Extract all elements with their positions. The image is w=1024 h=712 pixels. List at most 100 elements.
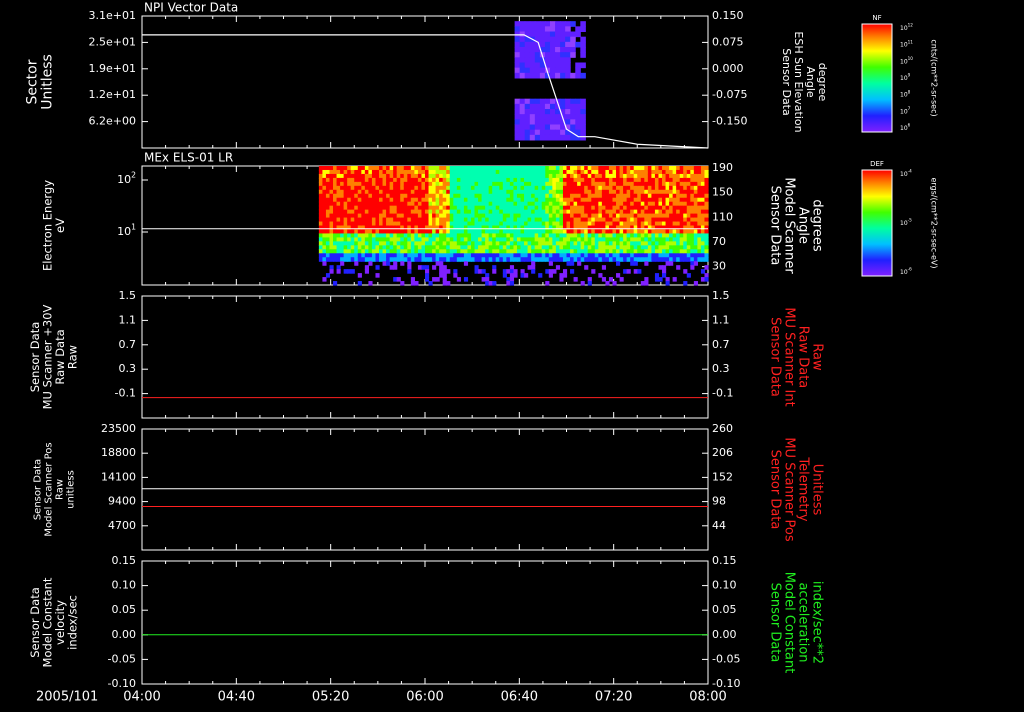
- spectrogram-cell: [417, 241, 423, 246]
- spectrogram-cell: [414, 189, 419, 195]
- spectrogram-cell: [665, 261, 670, 266]
- spectrogram-cell: [336, 185, 341, 191]
- spectrogram-cell: [552, 193, 557, 199]
- heatmap-cell: [519, 72, 526, 79]
- spectrogram-cell: [577, 189, 582, 195]
- heatmap-cell: [575, 109, 581, 115]
- spectrogram-cell: [598, 181, 603, 187]
- spectrogram-cell: [538, 177, 543, 183]
- spectrogram-cell: [481, 205, 486, 211]
- heatmap-cell: [575, 114, 581, 120]
- spectrogram-cell: [425, 205, 430, 211]
- spectrogram-cell: [570, 233, 575, 238]
- spectrogram-cell: [460, 185, 465, 191]
- spectrogram-cell: [506, 173, 511, 179]
- spectrogram-cell: [633, 245, 638, 250]
- spectrogram-cell: [478, 201, 483, 207]
- spectrogram-cell: [524, 221, 529, 227]
- spectrogram-cell: [570, 189, 575, 195]
- spectrogram-cell: [644, 253, 649, 258]
- spectrogram-cell: [619, 217, 624, 223]
- spectrogram-cell: [541, 166, 546, 171]
- spectrogram-cell: [336, 209, 341, 215]
- y-tick-label: 0.3: [712, 362, 730, 375]
- spectrogram-cell: [318, 185, 324, 191]
- spectrogram-cell: [502, 225, 507, 231]
- spectrogram-cell: [541, 177, 546, 183]
- spectrogram-cell: [350, 269, 355, 274]
- spectrogram-cell: [336, 245, 341, 250]
- spectrogram-cell: [527, 201, 532, 207]
- spectrogram-cell: [414, 217, 419, 223]
- spectrogram-cell: [410, 249, 415, 254]
- spectrogram-cell: [555, 237, 561, 242]
- spectrogram-cell: [697, 237, 702, 242]
- spectrogram-cell: [453, 233, 458, 238]
- spectrogram-cell: [410, 169, 415, 175]
- spectrogram-cell: [403, 217, 408, 223]
- spectrogram-cell: [499, 193, 504, 199]
- colorbar-tick-label: 1011: [900, 39, 913, 48]
- spectrogram-cell: [662, 185, 667, 191]
- spectrogram-cell: [340, 185, 345, 191]
- spectrogram-cell: [538, 201, 543, 207]
- y-axis-label-right: Sensor Data: [780, 48, 793, 115]
- spectrogram-cell: [654, 173, 660, 179]
- spectrogram-cell: [644, 177, 649, 183]
- spectrogram-cell: [587, 245, 592, 250]
- spectrogram-cell: [591, 233, 596, 238]
- spectrogram-cell: [506, 225, 511, 231]
- spectrogram-cell: [562, 257, 568, 262]
- spectrogram-cell: [449, 189, 454, 195]
- spectrogram-cell: [619, 241, 624, 246]
- heatmap-cell: [570, 119, 576, 125]
- heatmap-cell: [549, 124, 556, 131]
- spectrogram-cell: [400, 213, 405, 219]
- spectrogram-cell: [531, 173, 536, 179]
- y-tick-label: -0.10: [108, 677, 136, 690]
- spectrogram-cell: [467, 233, 472, 238]
- spectrogram-cell: [647, 233, 652, 238]
- spectrogram-cell: [686, 201, 691, 207]
- spectrogram-cell: [548, 261, 553, 266]
- spectrogram-cell: [389, 213, 394, 219]
- spectrogram-cell: [481, 245, 486, 250]
- spectrogram-cell: [318, 241, 324, 246]
- y-axis-label: Raw: [55, 479, 66, 500]
- spectrogram-cell: [463, 249, 469, 254]
- spectrogram-cell: [485, 185, 490, 191]
- spectrogram-cell: [460, 189, 465, 195]
- spectrogram-cell: [389, 217, 394, 223]
- spectrogram-cell: [393, 209, 398, 215]
- spectrogram-cell: [562, 177, 568, 183]
- heatmap-cell: [565, 57, 571, 63]
- spectrogram-cell: [538, 257, 543, 262]
- spectrogram-cell: [347, 173, 352, 179]
- spectrogram-cell: [683, 217, 688, 223]
- spectrogram-cell: [495, 241, 500, 246]
- spectrogram-cell: [481, 209, 486, 215]
- spectrogram-cell: [527, 189, 532, 195]
- spectrogram-cell: [623, 257, 628, 262]
- y-axis-label-right: acceleration: [796, 582, 811, 662]
- spectrogram-cell: [357, 177, 362, 183]
- spectrogram-cell: [662, 241, 667, 246]
- spectrogram-cell: [700, 166, 706, 171]
- spectrogram-cell: [460, 257, 465, 262]
- spectrogram-cell: [679, 221, 684, 227]
- spectrogram-cell: [637, 201, 642, 207]
- spectrogram-cell: [662, 249, 667, 254]
- spectrogram-cell: [704, 237, 709, 242]
- spectrogram-cell: [446, 177, 451, 183]
- spectrogram-cell: [626, 229, 631, 235]
- spectrogram-cell: [683, 173, 688, 179]
- spectrogram-cell: [325, 213, 331, 219]
- spectrogram-cell: [432, 233, 437, 238]
- spectrogram-cell: [608, 225, 614, 231]
- spectrogram-cell: [524, 245, 529, 250]
- spectrogram-cell: [605, 177, 610, 183]
- spectrogram-cell: [340, 225, 345, 231]
- spectrogram-cell: [637, 185, 642, 191]
- spectrogram-cell: [333, 253, 338, 258]
- spectrogram-cell: [393, 173, 398, 179]
